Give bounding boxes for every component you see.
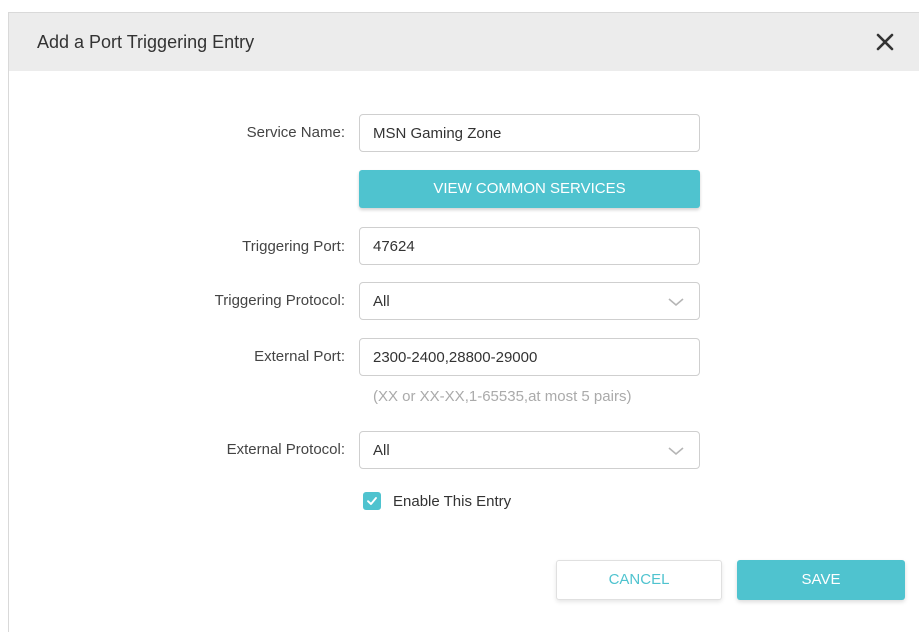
enable-entry-checkbox-row[interactable]: Enable This Entry bbox=[363, 489, 511, 513]
checkmark-icon bbox=[366, 495, 378, 507]
dialog-title: Add a Port Triggering Entry bbox=[37, 32, 255, 52]
service-name-label: Service Name: bbox=[246, 124, 345, 141]
close-icon bbox=[872, 29, 898, 55]
port-triggering-dialog: Add a Port Triggering Entry Service Name… bbox=[8, 12, 919, 632]
external-protocol-value: All bbox=[373, 442, 390, 459]
triggering-port-input[interactable] bbox=[359, 227, 700, 265]
external-port-label: External Port: bbox=[254, 348, 345, 365]
enable-entry-checkbox[interactable] bbox=[363, 492, 381, 510]
cancel-button[interactable]: CANCEL bbox=[556, 560, 722, 600]
external-protocol-label: External Protocol: bbox=[226, 441, 345, 458]
close-button[interactable] bbox=[872, 29, 898, 55]
external-port-input[interactable] bbox=[359, 338, 700, 376]
external-port-hint: (XX or XX-XX,1-65535,at most 5 pairs) bbox=[373, 388, 632, 405]
chevron-down-icon bbox=[667, 296, 685, 308]
dialog-header: Add a Port Triggering Entry bbox=[9, 13, 919, 71]
enable-entry-label: Enable This Entry bbox=[393, 492, 512, 510]
triggering-protocol-select[interactable]: All bbox=[359, 282, 700, 320]
triggering-protocol-label: Triggering Protocol: bbox=[214, 292, 345, 309]
triggering-protocol-value: All bbox=[373, 293, 390, 310]
view-common-services-button[interactable]: VIEW COMMON SERVICES bbox=[359, 170, 700, 208]
service-name-input[interactable] bbox=[359, 114, 700, 152]
chevron-down-icon bbox=[667, 445, 685, 457]
save-button[interactable]: SAVE bbox=[737, 560, 905, 600]
triggering-port-label: Triggering Port: bbox=[242, 238, 345, 255]
external-protocol-select[interactable]: All bbox=[359, 431, 700, 469]
